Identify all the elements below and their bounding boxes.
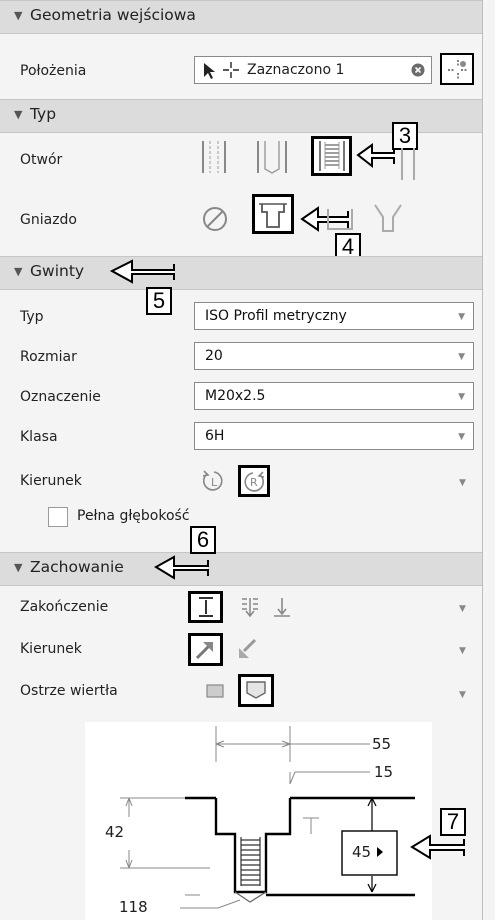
- drill-point-label: Ostrze wiertła: [20, 683, 118, 699]
- section-title: Zachowanie: [30, 558, 124, 576]
- dim-15: 15: [374, 763, 394, 781]
- flat-drill-point-icon[interactable]: [206, 684, 224, 698]
- angled-drill-point-icon: [246, 681, 266, 699]
- behavior-direction-label: Kierunek: [20, 641, 82, 657]
- to-face-icon[interactable]: [272, 596, 292, 618]
- full-depth-checkbox[interactable]: [48, 507, 68, 527]
- full-depth-label: Pełna głębokość: [77, 508, 190, 524]
- section-header-input-geometry[interactable]: ▼ Geometria wejściowa: [0, 0, 482, 34]
- callout-7: 7: [440, 808, 466, 836]
- callout-5-arrow: [109, 259, 175, 284]
- size-label: Rozmiar: [20, 349, 77, 365]
- dim-42: 42: [105, 823, 125, 841]
- crosshair-icon: [223, 62, 239, 78]
- right-hand-thread-icon: R: [244, 471, 265, 492]
- taper-tapped-hole-icon[interactable]: [400, 146, 416, 182]
- chevron-down-icon: ▼: [458, 312, 465, 322]
- chevron-down-icon[interactable]: ▼: [459, 604, 466, 614]
- seat-label: Gniazdo: [20, 212, 77, 228]
- arrow-cursor-icon: [204, 63, 215, 79]
- clear-circle-icon[interactable]: [411, 63, 425, 77]
- left-hand-thread-icon[interactable]: L: [201, 468, 227, 494]
- positions-selector[interactable]: Zaznaczono 1: [194, 56, 432, 84]
- distance-termination-button[interactable]: [188, 591, 223, 623]
- termination-label: Zakończenie: [20, 599, 109, 615]
- spotface-icon[interactable]: [326, 203, 354, 233]
- countersink-icon[interactable]: [373, 203, 403, 233]
- designation-value: M20x2.5: [205, 388, 266, 404]
- hole-properties-panel: ▼ Geometria wejściowa Położenia Zaznaczo…: [0, 0, 483, 920]
- size-value: 20: [205, 348, 223, 364]
- dim-55: 55: [372, 735, 392, 753]
- chevron-down-icon[interactable]: ▼: [459, 646, 466, 656]
- dim-45[interactable]: 45: [352, 843, 371, 861]
- thread-type-label: Typ: [20, 309, 44, 325]
- class-dropdown[interactable]: 6H ▼: [194, 422, 474, 450]
- default-direction-button[interactable]: [188, 633, 223, 666]
- callout-3-arrow: [356, 143, 395, 169]
- chevron-down-icon: ▼: [458, 392, 465, 402]
- class-value: 6H: [205, 428, 225, 444]
- chevron-down-icon: ▼: [458, 352, 465, 362]
- thread-type-dropdown[interactable]: ISO Profil metryczny ▼: [194, 302, 474, 330]
- right-hand-thread-button[interactable]: R: [238, 465, 270, 497]
- positions-label: Położenia: [20, 63, 87, 79]
- through-all-icon[interactable]: [240, 596, 260, 618]
- section-title: Geometria wejściowa: [30, 6, 196, 24]
- dim-118: 118: [119, 898, 148, 916]
- svg-text:L: L: [211, 476, 218, 489]
- callout-6: 6: [190, 526, 216, 554]
- reverse-direction-icon[interactable]: [235, 636, 259, 660]
- point-picker-icon: [448, 60, 468, 80]
- tapped-hole-icon: [319, 141, 345, 171]
- collapse-triangle-icon[interactable]: ▼: [14, 561, 22, 574]
- simple-hole-icon[interactable]: [201, 139, 227, 175]
- collapse-triangle-icon[interactable]: ▼: [14, 9, 22, 22]
- point-picker-button[interactable]: [440, 53, 474, 85]
- distance-icon: [199, 597, 213, 617]
- section-header-threads[interactable]: ▼ Gwinty: [0, 256, 482, 290]
- designation-dropdown[interactable]: M20x2.5 ▼: [194, 382, 474, 410]
- triangle-right-icon[interactable]: [376, 846, 384, 858]
- chevron-down-icon[interactable]: ▼: [459, 690, 466, 700]
- callout-5: 5: [146, 287, 172, 315]
- collapse-triangle-icon[interactable]: ▼: [14, 108, 22, 121]
- size-dropdown[interactable]: 20 ▼: [194, 342, 474, 370]
- angled-drill-point-button[interactable]: [238, 674, 274, 707]
- thread-direction-label: Kierunek: [20, 473, 82, 489]
- counterbore-button[interactable]: [252, 194, 294, 234]
- flip-direction-icon: [195, 642, 213, 660]
- chevron-down-icon: ▼: [458, 432, 465, 442]
- svg-text:R: R: [250, 476, 258, 489]
- clearance-hole-icon[interactable]: [256, 139, 288, 175]
- hole-preview: 55 15 42 45 118: [85, 722, 432, 920]
- class-label: Klasa: [20, 429, 58, 445]
- hole-label: Otwór: [20, 152, 63, 168]
- callout-7-arrow: [410, 834, 465, 860]
- section-title: Typ: [30, 105, 57, 123]
- section-title: Gwinty: [30, 262, 85, 280]
- designation-label: Oznaczenie: [20, 389, 101, 405]
- callout-6-arrow: [154, 555, 209, 580]
- thread-type-value: ISO Profil metryczny: [205, 308, 347, 324]
- collapse-triangle-icon[interactable]: ▼: [14, 265, 22, 278]
- tapped-hole-button[interactable]: [311, 136, 352, 176]
- no-seat-icon[interactable]: [201, 205, 229, 233]
- chevron-down-icon[interactable]: ▼: [459, 478, 466, 488]
- section-header-behavior[interactable]: ▼ Zachowanie: [0, 552, 482, 586]
- positions-value: Zaznaczono 1: [247, 62, 345, 78]
- counterbore-icon: [259, 203, 287, 228]
